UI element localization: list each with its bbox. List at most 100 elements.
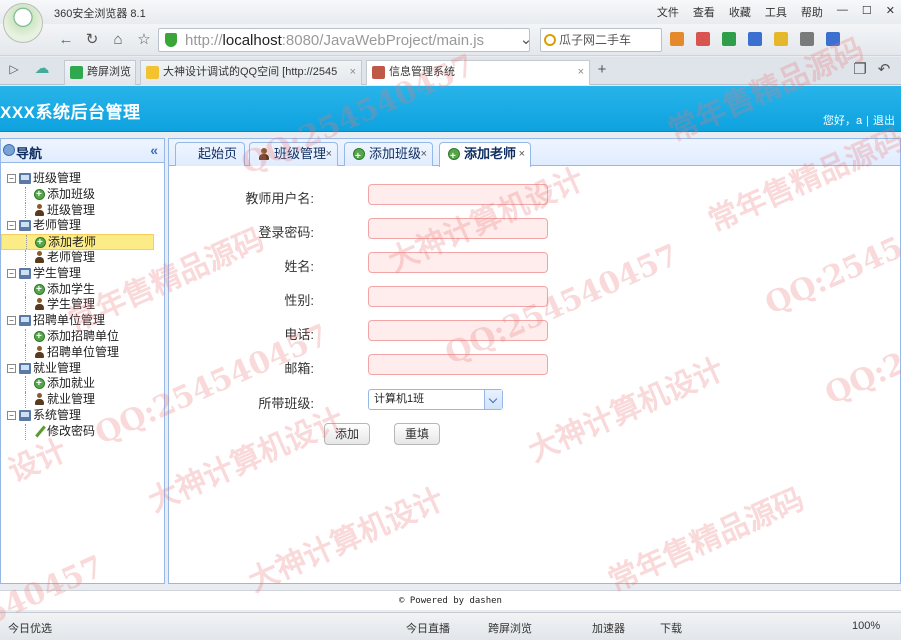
nav-group[interactable]: − 班级管理: [1, 171, 164, 187]
username-field[interactable]: [368, 184, 548, 205]
today-picks[interactable]: 今日优选: [8, 620, 52, 636]
game-icon[interactable]: [774, 32, 788, 46]
collapse-icon[interactable]: «: [150, 142, 158, 158]
translate-icon[interactable]: [748, 32, 762, 46]
nav-group[interactable]: − 学生管理: [1, 266, 164, 282]
add-icon: [34, 376, 45, 391]
collapse-toggle-icon[interactable]: −: [7, 316, 16, 326]
nav-item[interactable]: 添加招聘单位: [1, 328, 164, 345]
today-live[interactable]: 今日直播: [406, 620, 450, 636]
nav-group[interactable]: − 系统管理: [1, 408, 164, 424]
home-icon[interactable]: ⌂: [108, 30, 128, 50]
accelerator[interactable]: 加速器: [592, 620, 625, 636]
logout-link[interactable]: 退出: [873, 115, 895, 127]
form-row-password: 登录密码:: [169, 218, 900, 242]
menu-help[interactable]: 帮助: [801, 4, 823, 20]
nav-group[interactable]: − 招聘单位管理: [1, 313, 164, 329]
nav-item[interactable]: 添加班级: [1, 186, 164, 203]
menu-tools[interactable]: 工具: [765, 4, 787, 20]
nav-item[interactable]: 招聘单位管理: [1, 344, 164, 361]
shield-ext-icon[interactable]: [722, 32, 736, 46]
folder-icon: [19, 267, 31, 279]
status-cross-screen[interactable]: 跨屏浏览: [488, 620, 532, 636]
menu-favorites[interactable]: 收藏: [729, 4, 751, 20]
nav-group-label: 老师管理: [33, 218, 82, 233]
close-tab-icon[interactable]: ×: [421, 143, 427, 165]
address-url[interactable]: http://localhost:8080/JavaWebProject/mai…: [185, 32, 484, 49]
nav-item[interactable]: 修改密码: [1, 423, 164, 440]
separator: |: [866, 115, 869, 127]
minimize-icon[interactable]: —: [837, 4, 848, 20]
close-tab-icon[interactable]: ×: [578, 61, 584, 84]
user-avatar[interactable]: [3, 3, 43, 43]
star-icon[interactable]: ☆: [134, 30, 154, 50]
email-field[interactable]: [368, 354, 548, 375]
add-icon: [34, 329, 45, 344]
browser-tab-qq-space[interactable]: 大神设计调试的QQ空间 [http://2545 ×: [140, 60, 362, 85]
browser-tab-cross-screen[interactable]: 跨屏浏览: [64, 60, 136, 85]
find-icon[interactable]: [826, 32, 840, 46]
gender-field[interactable]: [368, 286, 548, 307]
chevron-down-icon[interactable]: [484, 390, 502, 409]
downloads[interactable]: 下载: [660, 620, 682, 636]
menu-view[interactable]: 查看: [693, 4, 715, 20]
new-tab-icon[interactable]: +: [592, 60, 612, 80]
mail-icon[interactable]: [696, 32, 710, 46]
password-field[interactable]: [368, 218, 548, 239]
search-input[interactable]: 瓜子网二手车: [540, 28, 662, 52]
collapse-toggle-icon[interactable]: −: [7, 363, 16, 373]
user-icon: [34, 250, 45, 264]
maximize-icon[interactable]: ☐: [862, 4, 872, 20]
class-select[interactable]: 计算机1班: [368, 389, 503, 410]
tab-start-page[interactable]: 起始页: [175, 142, 245, 166]
collapse-toggle-icon[interactable]: −: [7, 410, 16, 420]
form-row-email: 邮箱:: [169, 354, 900, 378]
nav-item[interactable]: 添加就业: [1, 376, 164, 393]
close-tab-icon[interactable]: ×: [350, 61, 356, 84]
nav-group[interactable]: − 老师管理: [1, 218, 164, 234]
nav-item-label: 添加就业: [47, 376, 96, 391]
tab-add-teacher[interactable]: 添加老师 ×: [439, 142, 531, 168]
browser-tab-info-system[interactable]: 信息管理系统 ×: [366, 60, 590, 85]
nav-item-label: 学生管理: [47, 297, 96, 312]
nav-item[interactable]: 班级管理: [1, 202, 164, 219]
browser-tabbar: ▷ ☁ 跨屏浏览 大神设计调试的QQ空间 [http://2545 × 信息管理…: [0, 57, 901, 85]
folder-icon: [19, 315, 31, 327]
close-tab-icon[interactable]: ×: [326, 143, 332, 165]
phone-field[interactable]: [368, 320, 548, 341]
back-arrow-icon[interactable]: ←: [56, 30, 76, 50]
collapse-toggle-icon[interactable]: −: [7, 268, 16, 278]
class-label: 所带班级:: [258, 396, 314, 411]
form-row-username: 教师用户名:: [169, 184, 900, 208]
collapse-toggle-icon[interactable]: −: [7, 221, 16, 231]
apps-icon[interactable]: [670, 32, 684, 46]
search-text: 瓜子网二手车: [559, 33, 632, 47]
reset-button[interactable]: 重填: [394, 423, 440, 445]
tab-add-class[interactable]: 添加班级 ×: [344, 142, 433, 168]
close-tab-icon[interactable]: ×: [519, 143, 525, 165]
nav-item-label: 添加招聘单位: [47, 328, 120, 343]
nav-item[interactable]: 就业管理: [1, 392, 164, 408]
zoom-level[interactable]: 100%: [852, 620, 880, 632]
nav-item[interactable]: 学生管理: [1, 297, 164, 314]
screenshot-icon[interactable]: [800, 32, 814, 46]
nav-item[interactable]: 老师管理: [1, 249, 164, 266]
tab-label: 信息管理系统: [389, 66, 455, 78]
nav-item[interactable]: 添加学生: [1, 281, 164, 298]
address-bar[interactable]: http://localhost:8080/JavaWebProject/mai…: [158, 28, 530, 52]
cloud-icon[interactable]: ☁: [32, 59, 52, 79]
undo-close-icon[interactable]: ↶: [874, 60, 894, 80]
nav-group[interactable]: − 就业管理: [1, 361, 164, 377]
sidebar-toggle-icon[interactable]: ▷: [4, 59, 24, 79]
close-window-icon[interactable]: ✕: [886, 4, 895, 20]
collapse-toggle-icon[interactable]: −: [7, 174, 16, 183]
menu-file[interactable]: 文件: [657, 4, 679, 20]
chevron-down-icon[interactable]: ⌄: [516, 30, 536, 50]
tab-list-icon[interactable]: ❐: [850, 60, 870, 80]
submit-button[interactable]: 添加: [324, 423, 370, 445]
name-field[interactable]: [368, 252, 548, 273]
nav-item[interactable]: 添加老师: [1, 234, 154, 250]
refresh-icon[interactable]: ↻: [82, 30, 102, 50]
tab-class-management[interactable]: 班级管理 ×: [249, 142, 338, 166]
app-header: XXX系统后台管理 您好，a | 退出: [0, 86, 901, 132]
